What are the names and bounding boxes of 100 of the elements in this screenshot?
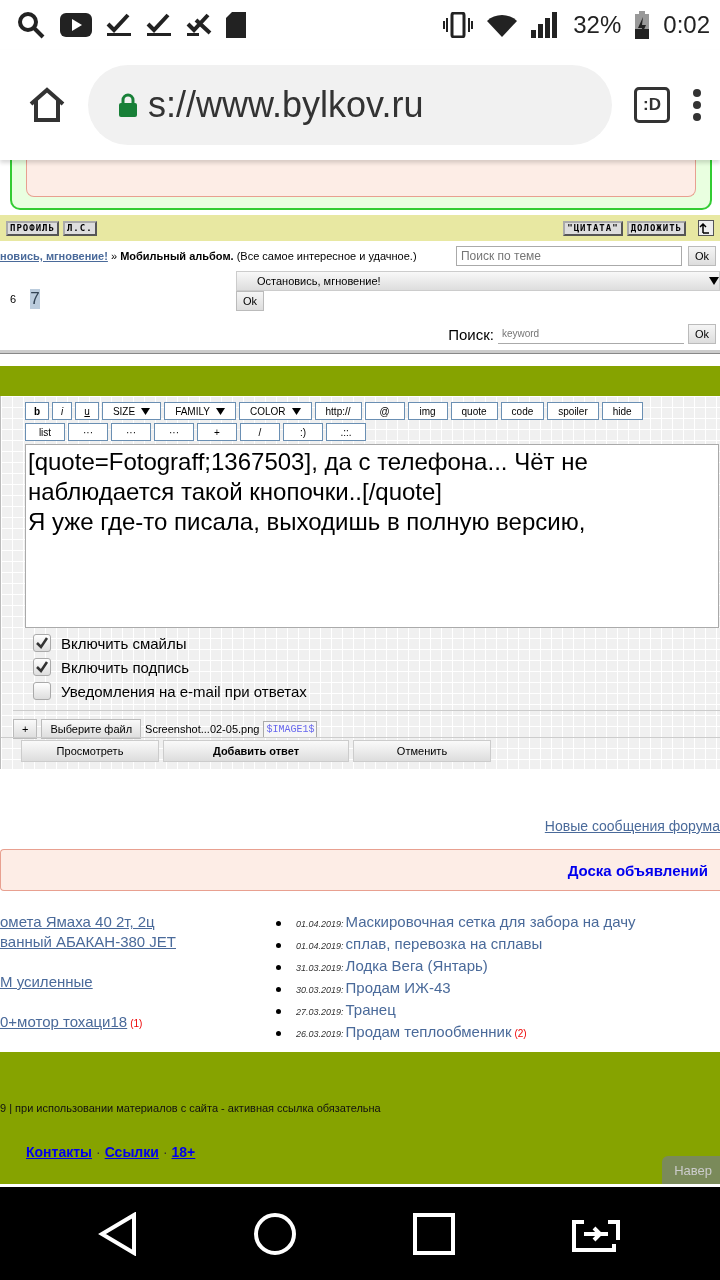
signal-icon — [531, 12, 560, 38]
ok-button[interactable]: Ok — [687, 324, 716, 344]
toolbar-dropdown[interactable]: FAMILY — [164, 402, 236, 420]
bullet — [276, 986, 281, 992]
toolbar-button[interactable]: img — [407, 402, 448, 420]
toolbar-button[interactable]: i — [52, 402, 73, 420]
checkbox[interactable] — [33, 682, 51, 700]
toolbar-button[interactable]: u — [75, 402, 99, 420]
ad-link[interactable]: омета Ямаха 40 2т, 2ц — [0, 913, 155, 930]
toolbar-dropdown[interactable]: SIZE — [101, 402, 162, 420]
toolbar-dropdown[interactable]: COLOR — [238, 402, 312, 420]
toolbar-button[interactable]: :) — [283, 423, 323, 441]
checkbox-label: Уведомления на e-mail при ответах — [61, 682, 307, 700]
ad-date: 30.03.2019: — [296, 984, 344, 997]
recents-icon[interactable] — [412, 1212, 455, 1255]
post-action-button[interactable]: Л.С. — [62, 220, 97, 236]
ad-link[interactable]: Транец — [345, 1000, 396, 1020]
ad-link[interactable]: Продам ИЖ-43 — [345, 978, 451, 998]
toolbar-button[interactable]: http:// — [314, 402, 362, 420]
reply-count: (1) — [130, 1018, 143, 1029]
add-attachment-button[interactable]: + — [13, 719, 38, 739]
post-action-button[interactable]: ПРОФИЛЬ — [6, 220, 59, 236]
form-button[interactable]: Отменить — [353, 740, 491, 762]
battery-charging-icon — [635, 11, 650, 39]
battery-percent: 32% — [573, 11, 622, 39]
breadcrumb: новись, мгновение! » Мобильный альбом. (Все самое интересное и удачное.) — [0, 250, 418, 262]
toolbar-button[interactable]: / — [240, 423, 280, 441]
lock-icon — [118, 93, 138, 117]
checkbox-label: Включить смайлы — [61, 634, 187, 652]
dropdown-arrow-icon — [709, 276, 719, 286]
menu-icon[interactable] — [692, 88, 702, 122]
video-play-icon — [60, 13, 92, 37]
ad-date: 26.03.2019: — [296, 1028, 344, 1041]
checkmark-icon — [146, 12, 172, 38]
sd-card-icon — [226, 12, 246, 38]
toolbar-button[interactable]: ··· — [68, 423, 108, 441]
page-link[interactable]: 6 — [10, 293, 17, 305]
toolbar-button[interactable]: .::. — [326, 423, 366, 441]
ad-link[interactable]: Продам теплообменник — [345, 1022, 512, 1042]
new-posts-link[interactable]: Новые сообщения форума — [544, 818, 720, 834]
file-name: Screenshot...02-05.png — [145, 723, 260, 735]
ad-date: 01.04.2019: — [296, 918, 344, 931]
ad-link[interactable]: Маскировочная сетка для забора на дачу — [345, 912, 636, 932]
address-bar[interactable]: s://www.bylkov.ru — [88, 65, 612, 145]
topic-search-field[interactable]: Поиск по теме — [455, 246, 682, 266]
separator: · — [162, 1144, 168, 1160]
ad-date: 01.04.2019: — [296, 940, 344, 953]
ad-link[interactable]: М усиленные — [0, 973, 93, 990]
toolbar-button[interactable]: + — [197, 423, 237, 441]
message-input[interactable]: [quote=Fotograff;1367503], да с телефона... Чёт не наблюдается такой кнопочки..[/quote] Я уже где-то писала, выходишь в полную версию, — [25, 444, 719, 628]
footer-notice: 9 | при использовании материалов с сайта - активная ссылка обязательна — [0, 1102, 382, 1114]
form-button[interactable]: Просмотреть — [21, 740, 159, 762]
choose-file-button[interactable]: Выберите файл — [41, 719, 142, 739]
bullet — [276, 1030, 281, 1036]
ad-link[interactable]: Лодка Вега (Янтарь) — [345, 956, 488, 976]
page-link[interactable]: 7 — [30, 289, 40, 309]
toolbar-button[interactable]: b — [25, 402, 50, 420]
checkbox[interactable] — [33, 634, 51, 652]
ok-button[interactable]: Ok — [236, 291, 265, 311]
toolbar-button[interactable]: ··· — [111, 423, 151, 441]
toolbar-button[interactable]: code — [500, 402, 545, 420]
toolbar-button[interactable]: list — [25, 423, 65, 441]
home-icon[interactable] — [28, 87, 66, 123]
checkmark-icon — [186, 12, 212, 38]
bullet — [276, 1008, 281, 1014]
image-tag-field[interactable]: $IMAGE1$ — [263, 720, 318, 738]
bullet — [276, 942, 281, 948]
post-action-button[interactable]: "ЦИТАТА" — [563, 220, 623, 236]
wifi-icon — [487, 13, 518, 37]
ad-link[interactable]: 0+мотор тохаци18 — [0, 1013, 128, 1030]
dropdown-arrow-icon — [291, 406, 301, 416]
checkbox-label: Включить подпись — [61, 658, 190, 676]
ad-date: 31.03.2019: — [296, 962, 344, 975]
post-action-button[interactable]: ДОЛОЖИТЬ — [626, 220, 686, 236]
ok-button[interactable]: Ok — [687, 246, 716, 266]
bullet — [276, 964, 281, 970]
board-title: Доска объявлений — [567, 861, 708, 879]
ad-link[interactable]: ванный АБАКАН-380 JET — [0, 933, 176, 950]
toolbar-button[interactable]: ··· — [154, 423, 194, 441]
search-icon — [16, 10, 46, 40]
toolbar-button[interactable]: @ — [364, 402, 405, 420]
checkmark-icon — [106, 12, 132, 38]
ad-date: 27.03.2019: — [296, 1006, 344, 1019]
tab-switcher-button[interactable]: :D — [634, 87, 670, 123]
dropdown-arrow-icon — [215, 406, 225, 416]
search-label: Поиск: — [448, 325, 494, 343]
breadcrumb-link[interactable]: новись, мгновение! — [0, 250, 108, 262]
forum-dropdown[interactable]: Остановись, мгновение! — [236, 271, 720, 291]
back-icon[interactable] — [97, 1211, 138, 1256]
checkbox[interactable] — [33, 658, 51, 676]
reply-count: (2) — [514, 1027, 527, 1041]
ad-link[interactable]: сплав, перевозка на сплавы — [345, 934, 543, 954]
form-button[interactable]: Добавить ответ — [163, 740, 349, 762]
separator: · — [96, 1144, 101, 1160]
bullet — [276, 920, 281, 926]
dropdown-arrow-icon — [141, 406, 151, 416]
clock: 0:02 — [663, 11, 710, 39]
toolbar-button[interactable]: hide — [601, 402, 643, 420]
toolbar-button[interactable]: quote — [450, 402, 498, 420]
toolbar-button[interactable]: spoiler — [547, 402, 599, 420]
